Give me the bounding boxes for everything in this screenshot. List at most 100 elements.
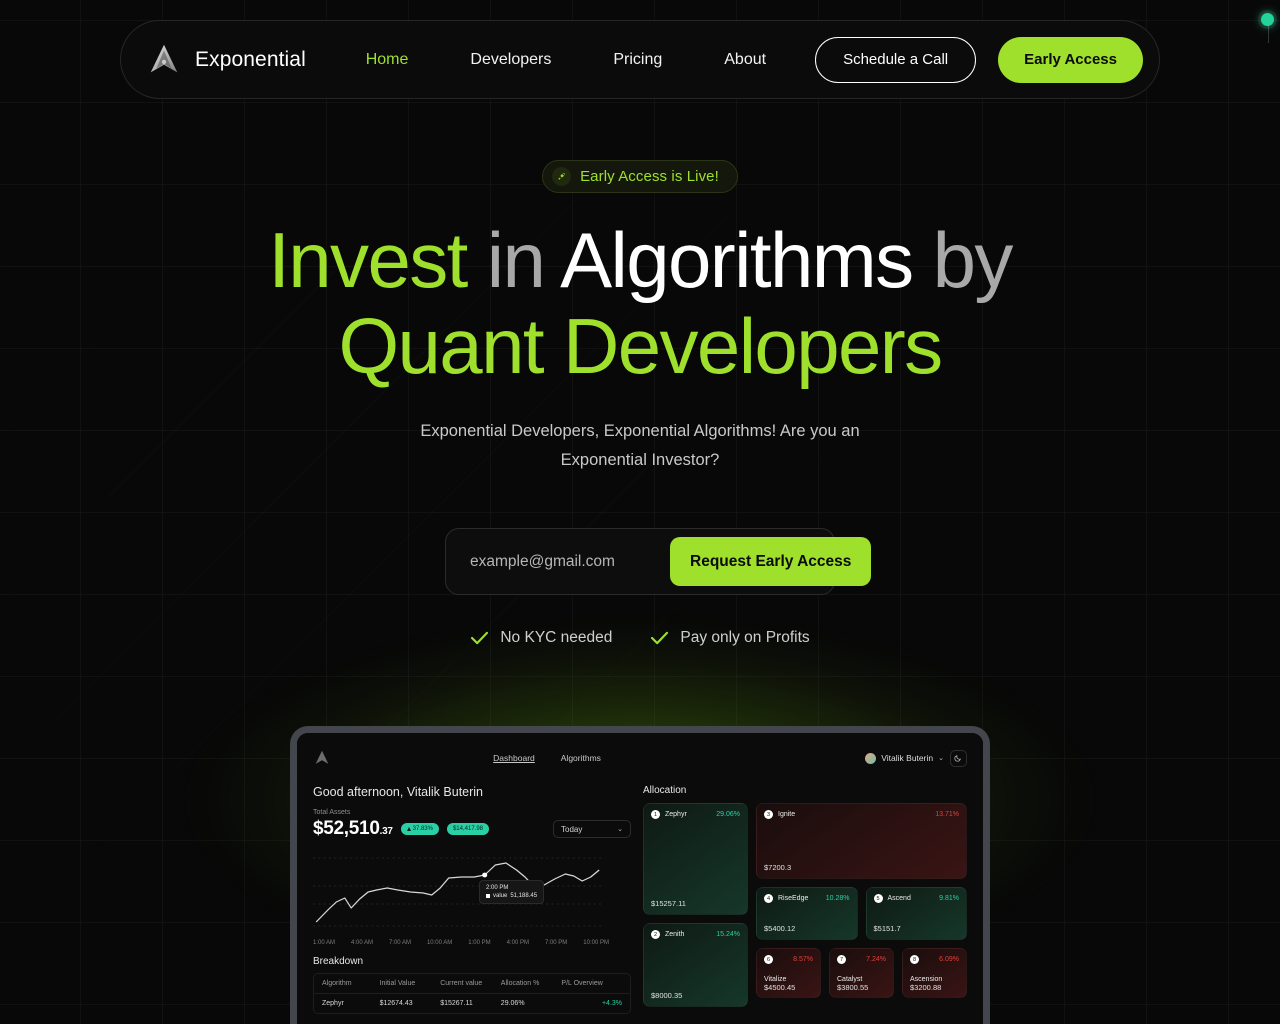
chart-x-axis: 1:00 AM 4:00 AM 7:00 AM 10:00 AM 1:00 PM… xyxy=(313,940,631,946)
period-select[interactable]: Today ⌄ xyxy=(553,820,631,838)
rank-badge: 3 xyxy=(764,810,773,819)
algorithm-name: Ignite xyxy=(778,811,796,818)
headline-word-in: in xyxy=(486,216,546,304)
amount-value: $8000.35 xyxy=(651,991,683,1000)
brand-logo-group[interactable]: Exponential xyxy=(145,41,306,79)
algorithm-name: Zenith xyxy=(665,931,685,938)
feature-label: No KYC needed xyxy=(500,629,613,646)
greeting-text: Good afternoon, Vitalik Buterin xyxy=(313,785,484,799)
column-header: Current value xyxy=(440,980,483,987)
hero-section: Early Access is Live! Invest in Algorith… xyxy=(0,160,1280,647)
card-header: 4 RiseEdge 10.28% xyxy=(764,894,850,903)
request-early-access-button[interactable]: Request Early Access xyxy=(670,537,872,586)
total-assets-row: $52,510.37 37.83% $14,417.98 Today ⌄ xyxy=(313,818,631,840)
period-value: Today xyxy=(561,824,583,834)
top-navigation-bar: Exponential Home Developers Pricing Abou… xyxy=(120,20,1160,99)
percent-value: 13.71% xyxy=(935,811,959,818)
headline-word-by: by xyxy=(932,216,1014,304)
nav-link-home[interactable]: Home xyxy=(335,51,440,69)
change-percent-pill: 37.83% xyxy=(400,823,439,835)
x-tick: 7:00 AM xyxy=(388,940,411,946)
dashboard-nav: Dashboard Algorithms xyxy=(463,753,601,763)
amount-value: $4500.45 xyxy=(764,983,796,992)
theme-toggle-button[interactable] xyxy=(949,749,967,767)
page-title: Invest in Algorithms by Quant Developers xyxy=(0,217,1280,389)
dashboard-left-column: Good afternoon, Vitalik Buterin Total As… xyxy=(313,785,631,1014)
percent-value: 29.06% xyxy=(716,811,740,818)
card-header: 6 8.57% xyxy=(764,955,813,964)
allocation-card-zenith[interactable]: 2 Zenith 15.24% $8000.35 xyxy=(643,923,748,1007)
x-tick: 4:00 PM xyxy=(506,940,529,946)
rocket-icon xyxy=(552,167,572,186)
allocation-card-catalyst[interactable]: 7 7.24% Catalyst $3800.55 xyxy=(829,948,894,998)
total-assets-value: $52,510.37 xyxy=(313,818,393,840)
rank-badge: 6 xyxy=(764,955,773,964)
early-access-form: Request Early Access xyxy=(445,528,872,595)
brand-name: Exponential xyxy=(195,47,306,71)
tooltip-series-value: 51,188.45 xyxy=(510,893,538,899)
nav-link-about[interactable]: About xyxy=(693,51,797,69)
moon-icon xyxy=(954,755,962,762)
allocation-column-left: 1 Zephyr 29.06% $15257.11 2 Zenith 15.24… xyxy=(643,803,748,1007)
algorithm-name: Ascension xyxy=(910,976,943,983)
allocation-card-ascend[interactable]: 5 Ascend 9.81% $5151.7 xyxy=(865,887,967,940)
dashboard-nav-algorithms[interactable]: Algorithms xyxy=(561,753,601,763)
column-header: Algorithm xyxy=(322,980,352,987)
amount-value: $15257.11 xyxy=(651,899,686,908)
amount-value: $5151.7 xyxy=(873,924,901,933)
feature-list: No KYC needed Pay only on Profits xyxy=(0,629,1280,647)
rank-badge: 4 xyxy=(764,894,773,903)
algorithm-name: Vitalize xyxy=(764,976,787,983)
x-tick: 7:00 PM xyxy=(544,940,568,946)
column-header: Initial Value xyxy=(379,980,416,987)
algorithm-name: Ascend xyxy=(887,895,911,902)
allocation-card-zephyr[interactable]: 1 Zephyr 29.06% $15257.11 xyxy=(643,803,748,915)
series-swatch xyxy=(486,894,490,898)
cell-pl: +4.3% xyxy=(601,1000,623,1007)
cell-algorithm: Zephyr xyxy=(322,1000,344,1007)
dashboard-nav-dashboard[interactable]: Dashboard xyxy=(493,753,535,763)
allocation-card-vitalize[interactable]: 6 8.57% Vitalize $4500.45 xyxy=(756,948,821,998)
rank-badge: 2 xyxy=(651,930,660,939)
table-row[interactable]: Zephyr $12674.43 $15267.11 29.06% +4.3% xyxy=(314,994,630,1013)
nav-link-developers[interactable]: Developers xyxy=(439,51,582,69)
cell-initial: $12674.43 xyxy=(379,1000,413,1007)
dashboard-right-column: Allocation 1 Zephyr 29.06% $15257.11 2 Z… xyxy=(643,785,967,1014)
card-header: 1 Zephyr 29.06% xyxy=(651,810,740,819)
percent-value: 7.24% xyxy=(866,956,886,963)
tooltip-series-label: value xyxy=(493,893,508,899)
card-header: 7 7.24% xyxy=(837,955,886,964)
percent-value: 9.81% xyxy=(939,895,959,902)
column-header: Allocation % xyxy=(500,980,540,987)
algorithm-name: Catalyst xyxy=(837,976,863,983)
amount-value: $3800.55 xyxy=(837,983,869,992)
amount-value: $3200.88 xyxy=(910,983,942,992)
algorithm-name: Zephyr xyxy=(665,811,687,818)
nav-link-pricing[interactable]: Pricing xyxy=(582,51,693,69)
allocation-card-ignite[interactable]: 3 Ignite 13.71% $7200.3 xyxy=(756,803,967,879)
allocation-grid: 1 Zephyr 29.06% $15257.11 2 Zenith 15.24… xyxy=(643,803,967,1007)
tooltip-value-row: value 51,188.45 xyxy=(486,893,537,899)
allocation-card-riseedge[interactable]: 4 RiseEdge 10.28% $5400.12 xyxy=(756,887,858,940)
allocation-card-ascension[interactable]: 8 6.09% Ascension $3200.88 xyxy=(902,948,967,998)
rank-badge: 5 xyxy=(873,894,883,903)
headline-line-two: Quant Developers xyxy=(338,302,943,390)
dashboard-topbar: Dashboard Algorithms Vitalik Buterin ⌄ xyxy=(313,747,967,769)
dashboard-body: Good afternoon, Vitalik Buterin Total As… xyxy=(313,785,967,1014)
schedule-call-button[interactable]: Schedule a Call xyxy=(815,36,977,83)
allocation-row-bottom: 6 8.57% Vitalize $4500.45 7 7.24% Cataly… xyxy=(756,948,967,998)
x-tick: 1:00 AM xyxy=(313,940,336,946)
dashboard-user-menu[interactable]: Vitalik Buterin ⌄ xyxy=(865,752,944,764)
rank-badge: 7 xyxy=(837,955,846,964)
nav-links: Home Developers Pricing About xyxy=(335,51,797,69)
early-access-badge[interactable]: Early Access is Live! xyxy=(542,160,738,193)
nav-action-buttons: Schedule a Call Early Access xyxy=(815,36,1143,83)
dashboard-screen: Dashboard Algorithms Vitalik Buterin ⌄ G… xyxy=(297,733,983,1024)
early-access-button[interactable]: Early Access xyxy=(998,36,1143,83)
card-header: 2 Zenith 15.24% xyxy=(651,930,740,939)
amount-value: $7200.3 xyxy=(764,863,792,872)
x-tick: 1:00 PM xyxy=(468,940,491,946)
pill-text: 37.83% xyxy=(412,826,433,832)
badge-label: Early Access is Live! xyxy=(580,168,719,185)
email-input[interactable] xyxy=(446,529,670,594)
